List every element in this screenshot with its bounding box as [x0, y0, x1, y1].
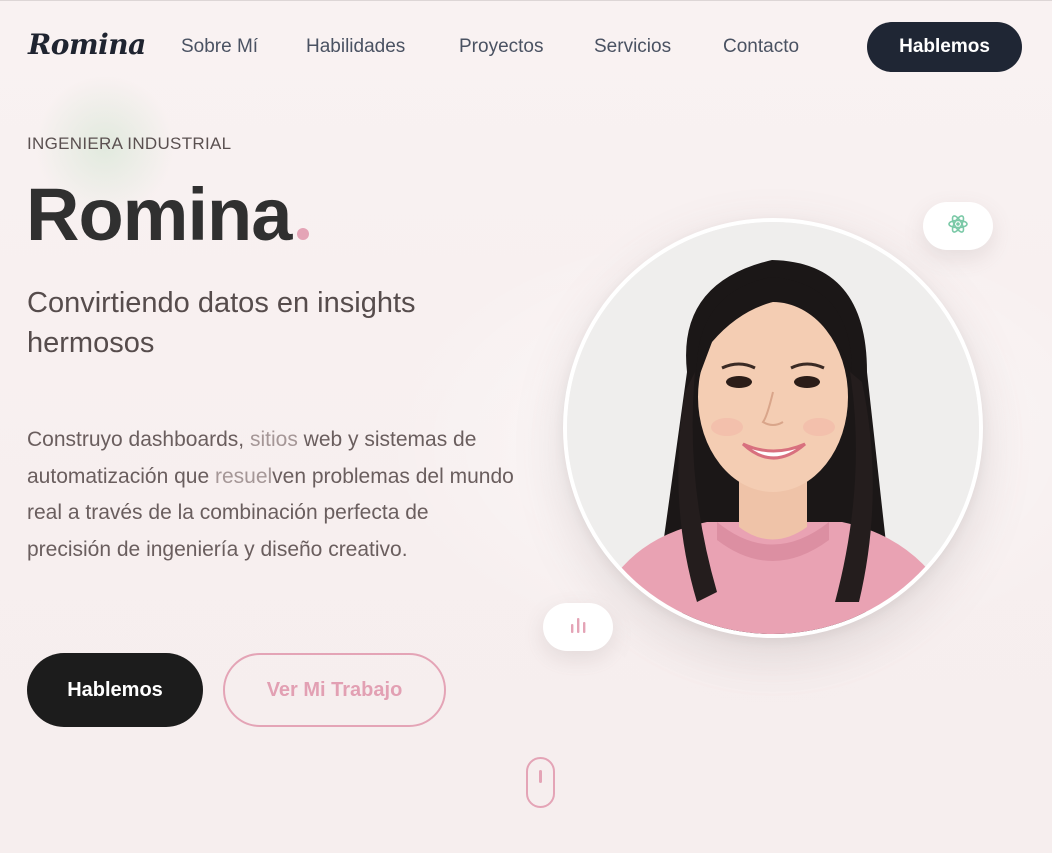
logo[interactable]: Romina	[28, 28, 146, 61]
profile-photo	[563, 218, 983, 638]
profile-illustration	[567, 222, 979, 634]
chart-badge	[543, 603, 613, 651]
scroll-mouse-icon[interactable]	[526, 757, 555, 808]
nav-cta-button[interactable]: Hablemos	[867, 22, 1022, 72]
nav-item-servicios[interactable]: Servicios	[594, 36, 671, 58]
react-badge	[923, 202, 993, 250]
react-icon	[947, 213, 969, 240]
desc-soft-1: sitios	[249, 428, 298, 451]
hablemos-button[interactable]: Hablemos	[27, 653, 203, 727]
hero-name-text: Romina	[26, 173, 292, 256]
bar-chart-icon	[567, 615, 589, 640]
hero-description: Construyo dashboards, sitios web y siste…	[27, 422, 517, 568]
scroll-wheel	[539, 770, 542, 783]
desc-part-1: Construyo dashboards,	[27, 428, 250, 451]
hero-tagline: Convirtiendo datos en insights hermosos	[27, 287, 416, 359]
nav-item-contacto[interactable]: Contacto	[723, 36, 799, 58]
nav-item-habilidades[interactable]: Habilidades	[306, 36, 405, 58]
desc-soft-2: resuel	[214, 464, 273, 488]
hero-eyebrow: INGENIERA INDUSTRIAL	[27, 134, 232, 153]
ver-mi-trabajo-button[interactable]: Ver Mi Trabajo	[223, 653, 446, 727]
nav-item-proyectos[interactable]: Proyectos	[459, 36, 543, 58]
hero-title: Romina	[26, 172, 310, 258]
hero-accent-dot	[297, 228, 310, 240]
nav-item-sobre-mi[interactable]: Sobre Mí	[181, 36, 258, 58]
